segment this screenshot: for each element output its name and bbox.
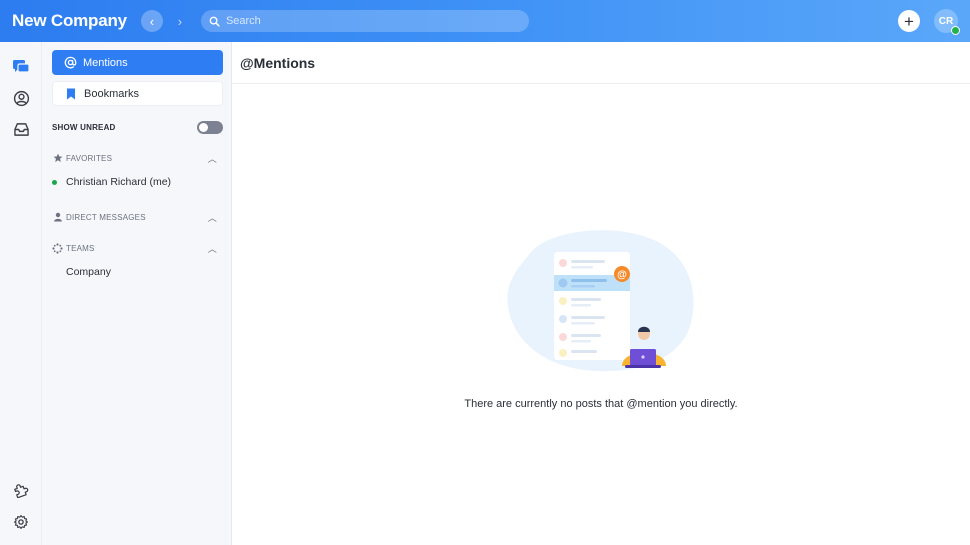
search-icon [209, 16, 220, 27]
online-status-icon [951, 26, 960, 35]
mentions-label: Mentions [83, 56, 128, 69]
team-name: Company [66, 266, 111, 278]
chevron-up-icon: ︿ [207, 212, 217, 223]
favorites-label: FAVORITES [66, 153, 113, 163]
direct-messages-section-header[interactable]: DIRECT MESSAGES ︿ [52, 210, 223, 224]
search-input[interactable] [225, 15, 506, 27]
bookmark-icon [64, 87, 78, 101]
show-unread-toggle[interactable] [197, 120, 223, 134]
top-actions: + CR [898, 9, 960, 35]
sidebar-item-christian-richard[interactable]: Christian Richard (me) [52, 174, 223, 190]
gear-icon[interactable] [11, 512, 31, 532]
back-button[interactable]: ‹ [140, 10, 163, 32]
avatar[interactable]: CR [934, 9, 960, 35]
bookmarks-button[interactable]: Bookmarks [52, 81, 223, 106]
chat-bubbles-icon[interactable] [11, 57, 31, 77]
workspace-name[interactable]: New Company [12, 11, 127, 31]
channel-sidebar: Mentions Bookmarks SHOW UNREAD FAVORITES… [42, 42, 232, 545]
teams-section-header[interactable]: TEAMS ︿ [52, 241, 223, 255]
favorites-section-header[interactable]: FAVORITES ︿ [52, 151, 223, 165]
page-title: @Mentions [240, 54, 316, 71]
star-icon [52, 153, 63, 164]
bookmarks-label: Bookmarks [84, 87, 140, 100]
app-rail [0, 42, 42, 545]
user-circle-icon[interactable] [11, 88, 31, 108]
add-button[interactable]: + [898, 10, 920, 32]
top-bar: New Company ‹ › + CR [0, 0, 970, 42]
main-header: @Mentions [232, 42, 970, 84]
chevron-up-icon: ︿ [207, 243, 217, 254]
teams-label: TEAMS [66, 243, 95, 253]
search-bar[interactable] [200, 10, 529, 32]
inbox-icon[interactable] [11, 119, 31, 139]
person-icon [52, 212, 63, 223]
svg-text:@: @ [617, 270, 627, 281]
avatar-initials: CR [938, 15, 954, 27]
direct-messages-label: DIRECT MESSAGES [66, 212, 146, 222]
teams-icon [52, 242, 63, 254]
chevron-up-icon: ︿ [207, 153, 217, 164]
at-sign-icon [63, 56, 77, 70]
puzzle-icon[interactable] [11, 480, 31, 500]
forward-button[interactable]: › [169, 10, 191, 32]
toggle-knob [199, 122, 208, 132]
favorite-name: Christian Richard (me) [66, 176, 172, 188]
show-unread-row: SHOW UNREAD [52, 120, 223, 134]
empty-state-message: There are currently no posts that @menti… [464, 398, 738, 410]
show-unread-label: SHOW UNREAD [52, 122, 116, 132]
sidebar-item-company[interactable]: Company [52, 264, 223, 280]
main-panel: @Mentions @ There are currently no posts… [232, 42, 970, 545]
empty-state-illustration: @ [507, 230, 694, 372]
mentions-button[interactable]: Mentions [52, 50, 223, 75]
online-status-icon [52, 179, 57, 185]
